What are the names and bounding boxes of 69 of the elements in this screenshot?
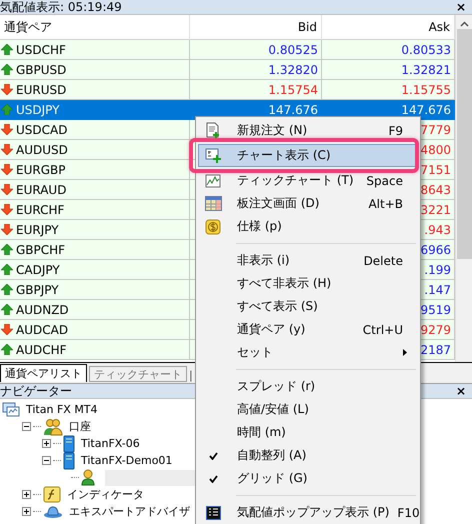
expand-button[interactable] (22, 507, 31, 516)
dollar-coin-icon (205, 218, 221, 234)
people-icon (43, 418, 63, 436)
pair-cell[interactable]: GBPJPY (0, 280, 190, 300)
plus-icon (23, 491, 30, 498)
tab[interactable]: 通貨ペアリスト (0, 364, 87, 382)
bid-cell: 0.80525 (190, 40, 322, 60)
close-button[interactable]: × (454, 0, 468, 14)
tree-item[interactable]: エキスパートアドバイザ (69, 504, 190, 519)
menu-item[interactable]: 時間 (m) (198, 421, 418, 444)
chart-add-icon (204, 148, 222, 163)
menu-item[interactable]: スプレッド (r) (198, 375, 418, 398)
minus-icon (23, 423, 30, 430)
column-header[interactable]: 通貨ペア (0, 15, 190, 40)
pair-cell[interactable]: AUDCAD (0, 320, 190, 340)
tick-chart-icon (205, 174, 221, 188)
pair-cell[interactable]: AUDCHF (0, 340, 190, 360)
collapse-button[interactable] (22, 422, 31, 431)
tree-item[interactable]: TitanFX-06 (81, 437, 140, 450)
scroll-up-icon[interactable] (460, 21, 468, 27)
tree-item[interactable]: TitanFX-Demo01 (81, 454, 172, 467)
bid-cell: 1.32820 (190, 60, 322, 80)
menu-item[interactable]: 自動整列 (A) (198, 444, 418, 467)
pair-cell[interactable]: GBPUSD (0, 60, 190, 80)
function-icon (43, 486, 61, 503)
plus-icon (23, 508, 30, 515)
submenu-arrow-icon (403, 349, 407, 356)
menu-item[interactable]: グリッド (G) (198, 467, 418, 490)
bid-cell: 1.15754 (190, 80, 322, 100)
tree-item[interactable]: インディケータ (67, 487, 144, 502)
ask-cell: 0.80533 (322, 40, 455, 60)
expand-button[interactable] (22, 490, 31, 499)
window-icon (206, 506, 220, 520)
expand-button[interactable] (42, 439, 51, 448)
tree-item[interactable]: Titan FX MT4 (26, 403, 98, 416)
pair-cell[interactable]: USDCAD (0, 120, 190, 140)
pair-cell[interactable]: USDCHF (0, 40, 190, 60)
table-icon (204, 196, 222, 211)
scrollbar[interactable] (455, 15, 472, 362)
server-icon (63, 434, 75, 452)
close-button[interactable]: × (454, 384, 468, 398)
tree-item[interactable]: 口座 (69, 419, 91, 434)
pair-cell[interactable]: USDJPY (0, 100, 190, 120)
pair-cell[interactable]: EURCHF (0, 200, 190, 220)
panel-title: 気配値表示: 05:19:49 (0, 0, 122, 14)
pair-cell[interactable]: EURJPY (0, 220, 190, 240)
menu-item[interactable]: 気配値ポップアップ表示 (P) F10 (198, 501, 418, 524)
pair-cell[interactable]: EURGBP (0, 160, 190, 180)
menu-item[interactable]: 高値/安値 (L) (198, 398, 418, 421)
minus-icon (43, 457, 50, 464)
server-icon (63, 452, 75, 470)
column-header[interactable]: Ask (322, 15, 455, 40)
new-document-icon (205, 122, 221, 139)
plus-icon (43, 440, 50, 447)
panel-title: ナビゲーター (0, 384, 72, 398)
pair-cell[interactable]: EURAUD (0, 180, 190, 200)
tab[interactable]: ティックチャート (89, 366, 187, 382)
ask-cell: 1.15755 (322, 80, 455, 100)
pair-cell[interactable]: EURUSD (0, 80, 190, 100)
collapse-button[interactable] (42, 456, 51, 465)
person-icon (81, 469, 95, 486)
column-header[interactable]: Bid (190, 15, 322, 40)
pair-cell[interactable]: AUDNZD (0, 300, 190, 320)
tab-divider: | (189, 369, 193, 382)
pair-cell[interactable]: AUDUSD (0, 140, 190, 160)
pair-cell[interactable]: GBPCHF (0, 240, 190, 260)
pair-cell[interactable]: CADJPY (0, 260, 190, 280)
hat-icon (43, 504, 63, 518)
ask-cell: 1.32821 (322, 60, 455, 80)
